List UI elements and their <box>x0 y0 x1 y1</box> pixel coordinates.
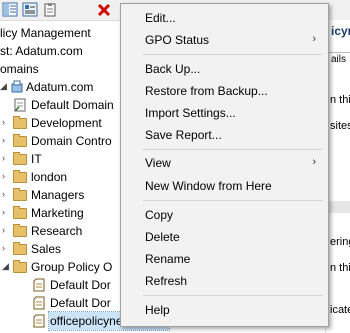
menu-item-back-up[interactable]: Back Up... <box>121 59 328 79</box>
expand-icon[interactable]: › <box>2 190 10 199</box>
expand-icon[interactable]: › <box>2 208 10 217</box>
menu-item-rename[interactable]: Rename <box>121 249 328 269</box>
details-divider <box>326 201 350 213</box>
menu-item-save-report[interactable]: Save Report... <box>121 125 328 145</box>
folder-icon <box>13 170 27 183</box>
menu-item-view[interactable]: View › <box>121 153 328 173</box>
menu-item-label: Import Settings... <box>145 106 236 120</box>
folder-icon <box>13 188 27 201</box>
tree-item-label: licy Management <box>0 26 91 40</box>
tree-item-label: Default Domain <box>31 98 114 112</box>
tree-item-label: IT <box>31 152 42 166</box>
menu-item-label: Refresh <box>145 274 188 288</box>
expand-icon[interactable]: › <box>2 118 10 127</box>
menu-separator <box>143 54 323 55</box>
menu-item-label: Restore from Backup... <box>145 84 268 98</box>
menu-item-label: GPO Status <box>145 33 210 47</box>
menu-item-label: Rename <box>145 252 191 266</box>
details-text: icated <box>330 304 350 316</box>
tree-item-label: Sales <box>31 242 62 256</box>
tree-item-label: Research <box>31 224 83 238</box>
details-text: n this <box>330 94 350 106</box>
details-text: n this <box>330 262 350 274</box>
details-text: sites <box>330 120 350 132</box>
folder-icon <box>13 242 27 255</box>
menu-item-new-window-from-here[interactable]: New Window from Here <box>121 176 328 196</box>
folder-icon <box>13 260 27 273</box>
menu-item-import-settings[interactable]: Import Settings... <box>121 103 328 123</box>
menu-item-label: New Window from Here <box>145 179 272 193</box>
details-title: icyne <box>331 24 350 38</box>
menu-item-gpo-status[interactable]: GPO Status › <box>121 30 328 50</box>
menu-item-label: Delete <box>145 230 180 244</box>
chevron-right-icon: › <box>312 156 316 168</box>
menu-separator <box>143 149 323 150</box>
folder-icon <box>13 224 27 237</box>
tab-details[interactable]: ails <box>328 52 350 67</box>
tree-item-label: Default Dor <box>50 278 111 292</box>
tree-item-label: Development <box>31 116 102 130</box>
menu-item-copy[interactable]: Copy <box>121 205 328 225</box>
collapse-icon[interactable]: ◢ <box>0 82 8 91</box>
collapse-icon[interactable]: ◢ <box>2 262 10 271</box>
tree-item-label: Domain Contro <box>31 134 112 148</box>
gpo-link-icon <box>14 98 27 112</box>
tree-item-label: omains <box>0 62 39 76</box>
expand-icon[interactable]: › <box>2 154 10 163</box>
gpo-icon <box>33 296 46 310</box>
details-text: ering <box>330 236 350 248</box>
folder-icon <box>13 152 27 165</box>
tree-item-label: Marketing <box>31 206 84 220</box>
tree-item-label: Managers <box>31 188 85 202</box>
menu-item-edit[interactable]: Edit... <box>121 8 328 28</box>
folder-icon <box>13 116 27 129</box>
menu-item-label: Help <box>145 303 170 317</box>
domain-icon <box>10 80 24 94</box>
folder-icon <box>13 206 27 219</box>
menu-item-label: Edit... <box>145 11 176 25</box>
menu-separator <box>143 295 323 296</box>
menu-item-label: Back Up... <box>145 62 201 76</box>
expand-icon[interactable]: › <box>2 172 10 181</box>
tree-item-label: Default Dor <box>50 296 111 310</box>
menu-item-refresh[interactable]: Refresh <box>121 271 328 291</box>
menu-item-label: Copy <box>145 208 174 222</box>
tree-item-label: Group Policy O <box>31 260 113 274</box>
show-hide-tree-icon[interactable] <box>2 2 18 17</box>
expand-icon[interactable]: › <box>2 136 10 145</box>
tree-item-label: london <box>31 170 68 184</box>
menu-item-label: View <box>145 156 171 170</box>
menu-item-delete[interactable]: Delete <box>121 227 328 247</box>
expand-icon[interactable]: › <box>2 244 10 253</box>
menu-item-label: Save Report... <box>145 128 222 142</box>
menu-separator <box>143 200 323 201</box>
chevron-right-icon: › <box>312 33 316 45</box>
gpo-icon <box>33 278 46 292</box>
folder-icon <box>13 134 27 147</box>
tree-item-label: Adatum.com <box>26 80 94 94</box>
properties-icon[interactable] <box>22 2 38 17</box>
context-menu: Edit... GPO Status › Back Up... Restore … <box>120 3 329 327</box>
clipboard-icon[interactable] <box>42 2 58 17</box>
tree-item-label: st: Adatum.com <box>0 44 83 58</box>
menu-item-restore-from-backup[interactable]: Restore from Backup... <box>121 81 328 101</box>
delete-icon[interactable] <box>96 2 112 17</box>
menu-item-help[interactable]: Help <box>121 300 328 320</box>
expand-icon[interactable]: › <box>2 226 10 235</box>
gpo-icon <box>33 314 46 328</box>
